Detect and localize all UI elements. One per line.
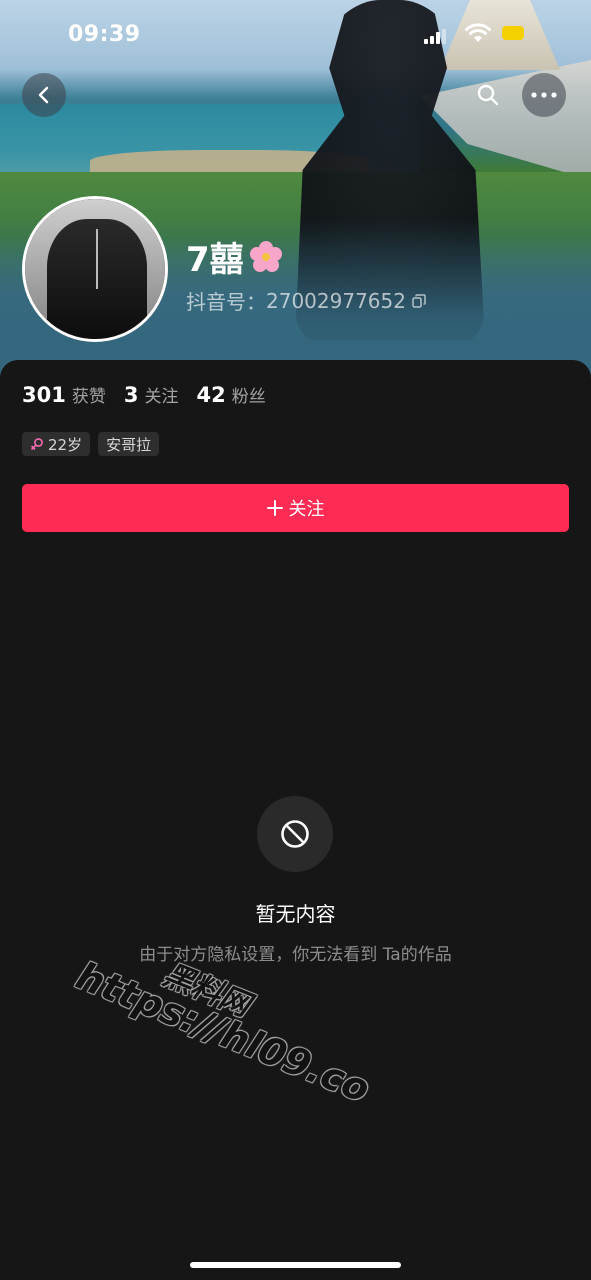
female-icon	[31, 438, 43, 450]
search-icon	[477, 84, 499, 106]
home-indicator	[190, 1262, 401, 1268]
stat-followers[interactable]: 42 粉丝	[196, 382, 265, 407]
stat-likes[interactable]: 301 获赞	[22, 382, 106, 407]
stats-row: 301 获赞 3 关注 42 粉丝	[22, 382, 266, 407]
status-bar: 09:39	[0, 0, 591, 70]
stat-likes-label: 获赞	[71, 387, 106, 407]
battery-icon	[502, 26, 526, 42]
douyin-id-value: 27002977652	[266, 288, 406, 313]
more-button[interactable]	[522, 73, 566, 117]
stat-followers-count: 42	[196, 383, 226, 407]
back-button[interactable]	[22, 73, 66, 117]
follow-button[interactable]: 关注	[22, 484, 569, 532]
age-tag: 22岁	[22, 432, 91, 456]
douyin-id: 抖音号： 27002977652	[186, 286, 426, 315]
stat-following[interactable]: 3 关注	[124, 382, 179, 407]
back-icon	[38, 86, 49, 104]
profile-tags: 22岁 安哥拉	[22, 432, 160, 456]
stat-likes-count: 301	[22, 383, 66, 407]
location-tag: 安哥拉	[98, 432, 160, 456]
location-tag-text: 安哥拉	[106, 435, 152, 454]
cellular-signal-icon	[424, 28, 448, 44]
empty-state-description: 由于对方隐私设置，你无法看到 Ta的作品	[139, 945, 452, 965]
douyin-id-label: 抖音号：	[186, 290, 266, 314]
follow-button-label: 关注	[288, 499, 325, 520]
forbidden-icon	[281, 820, 309, 848]
plus-icon	[266, 500, 283, 516]
wifi-icon	[465, 23, 491, 42]
nickname-text: 7囍	[186, 240, 244, 280]
copy-icon[interactable]	[412, 293, 426, 308]
empty-state-title: 暂无内容	[255, 902, 336, 926]
stat-following-label: 关注	[144, 387, 179, 407]
stat-followers-label: 粉丝	[231, 387, 266, 407]
flower-icon	[249, 240, 282, 272]
avatar[interactable]	[22, 196, 168, 342]
more-icon	[531, 92, 557, 98]
search-button[interactable]	[466, 73, 510, 117]
status-time: 09:39	[68, 22, 141, 47]
empty-state-icon	[257, 796, 333, 872]
age-tag-text: 22岁	[48, 435, 83, 454]
stat-following-count: 3	[123, 383, 139, 407]
nickname: 7囍	[186, 232, 284, 281]
